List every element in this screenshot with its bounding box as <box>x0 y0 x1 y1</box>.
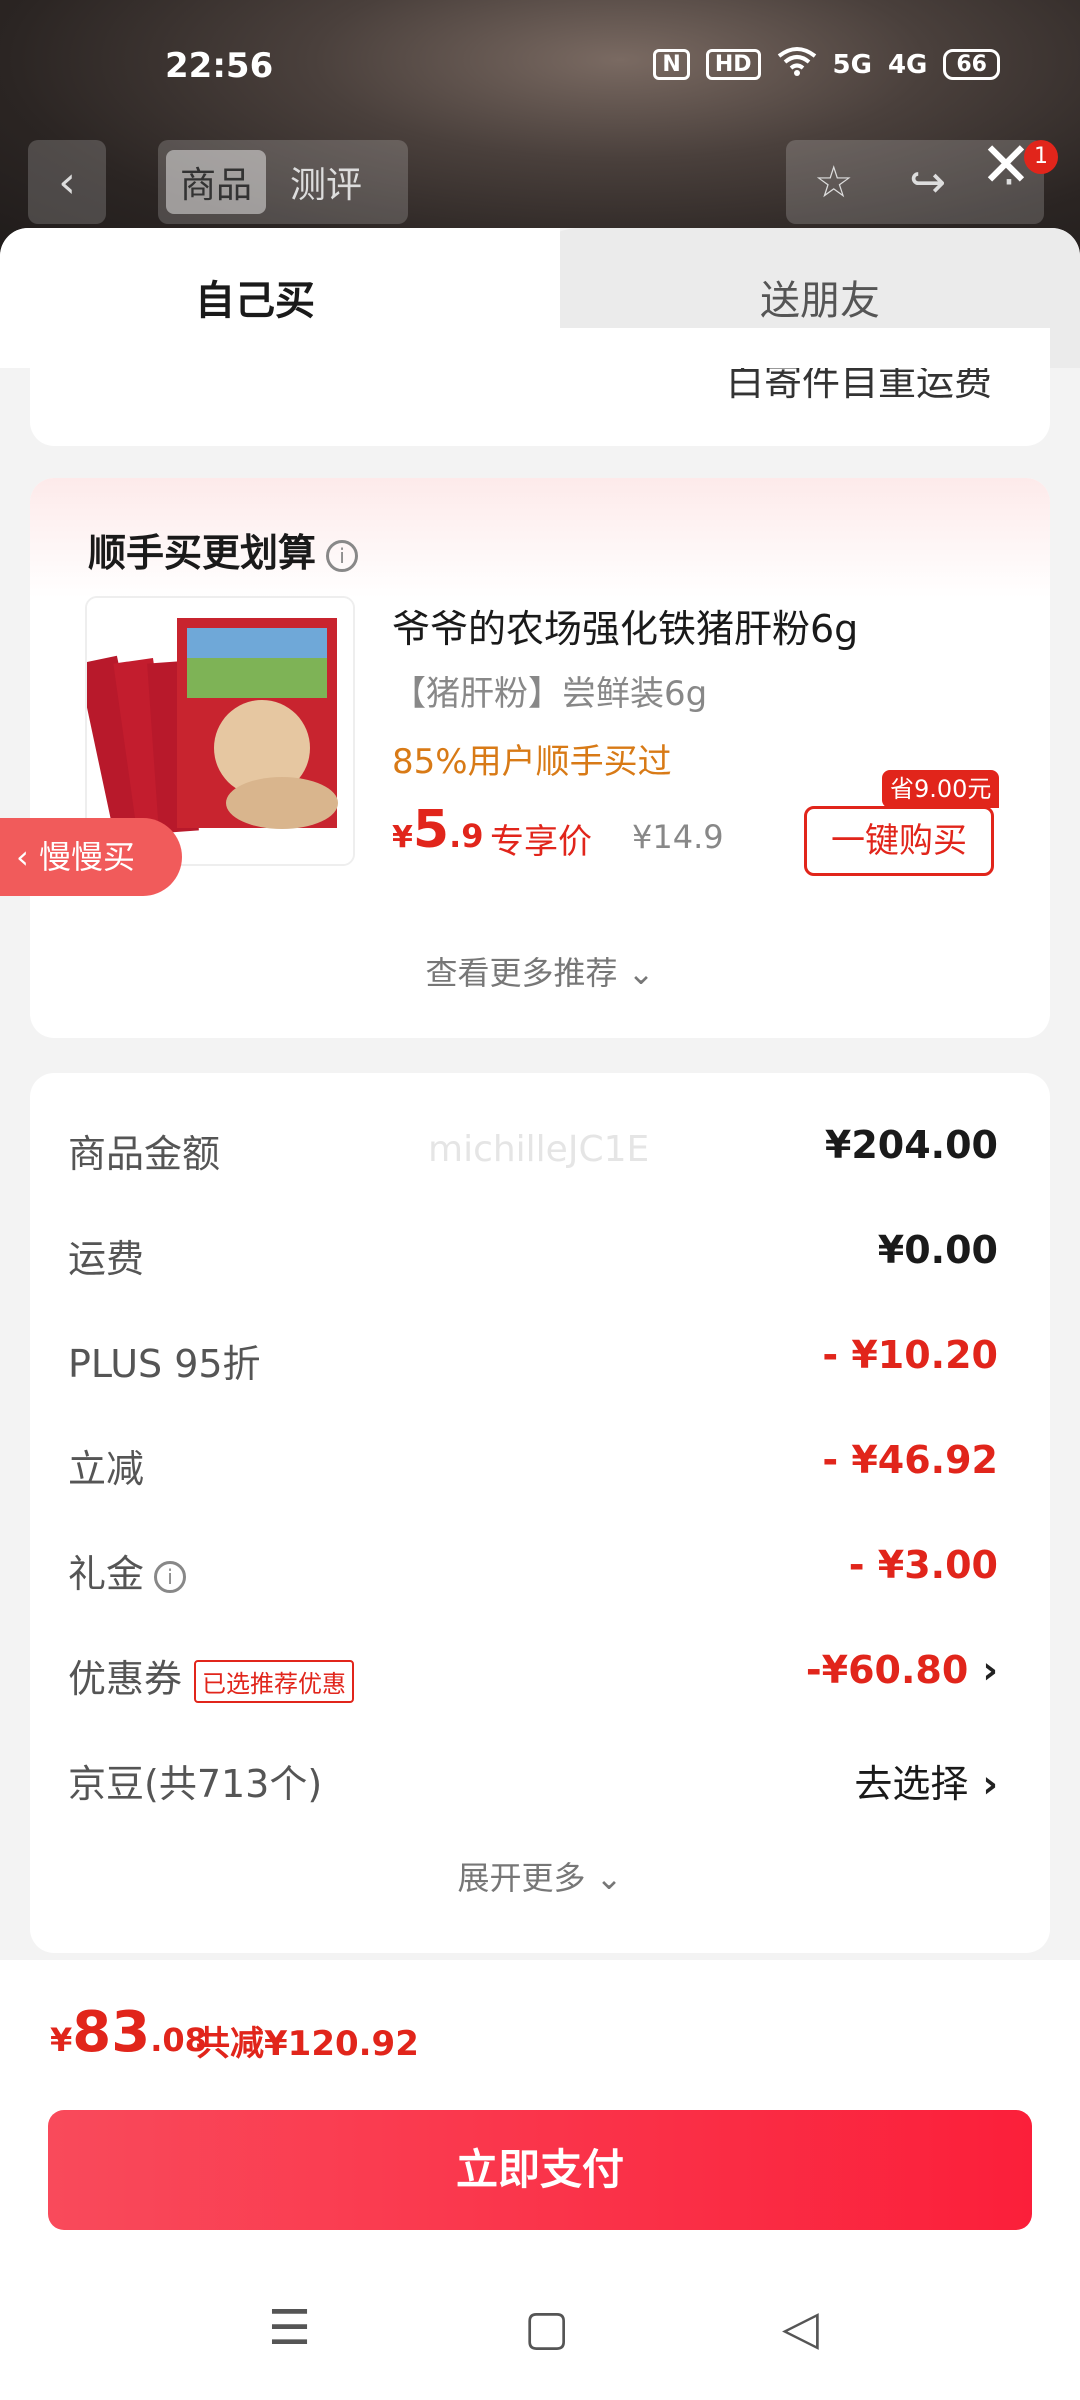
shipping-note: 白寄件自重运费 <box>725 368 992 402</box>
price-dec: .9 <box>449 817 484 855</box>
product-price: ¥5.9 <box>392 800 483 860</box>
status-icons: N HD 5G 4G 66 <box>653 46 1000 83</box>
star-icon[interactable]: ☆ <box>814 157 853 208</box>
product-name[interactable]: 爷爷的农场强化铁猪肝粉6g <box>392 598 858 653</box>
summary-row-jingdou[interactable]: 京豆(共713个) 去选择 › <box>68 1753 998 1813</box>
signal-5g-icon: 5G <box>832 49 872 80</box>
chevron-right-icon: › <box>982 1648 998 1692</box>
coupon-tag: 已选推荐优惠 <box>194 1660 355 1703</box>
share-icon[interactable]: ↪ <box>909 157 946 208</box>
nav-tabs: 商品 测评 <box>158 140 408 224</box>
checkout-footer: ¥83.08 共减¥120.92 立即支付 ☰ ▢ ◁ <box>0 1960 1080 2400</box>
status-bar: 22:56 N HD 5G 4G 66 <box>0 40 1080 100</box>
expand-more[interactable]: 展开更多 ⌄ <box>30 1853 1050 1899</box>
price-int: 5 <box>412 800 450 860</box>
home-icon[interactable]: ▢ <box>524 2300 569 2356</box>
chevron-left-icon: ‹ <box>58 156 76 208</box>
close-icon[interactable]: ✕ <box>980 134 1032 196</box>
battery-icon: 66 <box>943 49 1000 80</box>
menu-icon[interactable]: ☰ <box>268 2300 311 2356</box>
jingdou-action: 去选择 <box>854 1762 969 1806</box>
row-label: 立减 <box>68 1447 145 1491</box>
row-label: 京豆(共713个) <box>68 1762 323 1806</box>
row-label: 优惠券 已选推荐优惠 <box>68 1648 355 1703</box>
summary-row-instant-off: 立减 - ¥46.92 <box>68 1438 998 1498</box>
product-spec: 【猪肝粉】尝鲜装6g <box>392 674 708 714</box>
row-value: -¥60.80 › <box>806 1648 998 1692</box>
row-label: 礼金 i <box>68 1543 187 1598</box>
top-nav: ‹ 商品 测评 ☆ ↪ · <box>0 140 1080 224</box>
chevron-right-icon: › <box>982 1762 998 1806</box>
row-value: - ¥10.20 <box>822 1333 998 1377</box>
slow-buy-button[interactable]: ‹ 慢慢买 <box>0 818 182 896</box>
one-click-buy-button[interactable]: 一键购买 <box>804 806 994 876</box>
row-value: - ¥46.92 <box>822 1438 998 1482</box>
slow-buy-label: 慢慢买 <box>38 838 135 876</box>
row-label: 运费 <box>68 1237 145 1281</box>
summary-row-gift-money: 礼金 i - ¥3.00 <box>68 1543 998 1603</box>
tab-review[interactable]: 测评 <box>276 150 376 214</box>
row-value: ¥0.00 <box>877 1228 998 1272</box>
price-currency: ¥ <box>392 820 413 855</box>
hd-icon: HD <box>705 49 761 80</box>
chevron-left-icon: ‹ <box>16 838 39 876</box>
see-more-recommend[interactable]: 查看更多推荐 ⌄ <box>30 948 1050 994</box>
info-icon[interactable]: i <box>154 1560 187 1593</box>
total-saved: 共减¥120.92 <box>196 2024 419 2064</box>
bundle-card: 顺手买更划算 i 爷爷的农场强化铁猪肝粉6g 【猪肝粉】尝鲜装6g 85%用户顺手… <box>30 478 1050 1038</box>
row-value: 去选择 › <box>854 1753 998 1808</box>
signal-4g-icon: 4G <box>887 49 928 80</box>
background-product-page: 22:56 N HD 5G 4G 66 ‹ 商品 测评 ☆ ↪ · ✕ 1 <box>0 0 1080 260</box>
order-summary-card: 商品金额 michilleJC1E ¥204.00 运费 ¥0.00 PLUS … <box>30 1073 1050 1953</box>
coupon-value: -¥60.80 <box>805 1648 969 1692</box>
original-price: ¥14.9 <box>632 818 724 856</box>
social-proof: 85%用户顺手买过 <box>392 742 672 782</box>
notification-badge: 1 <box>1024 140 1058 174</box>
status-time: 22:56 <box>165 46 274 86</box>
save-badge: 省9.00元 <box>882 770 1000 808</box>
system-nav-bar: ☰ ▢ ◁ <box>0 2280 1080 2380</box>
bundle-title: 顺手买更划算 i <box>88 522 359 577</box>
row-label: PLUS 95折 <box>68 1342 261 1386</box>
gift-money-label: 礼金 <box>68 1552 145 1596</box>
summary-row-plus-discount: PLUS 95折 - ¥10.20 <box>68 1333 998 1393</box>
pay-now-button[interactable]: 立即支付 <box>48 2110 1032 2230</box>
summary-row-subtotal: 商品金额 michilleJC1E ¥204.00 <box>68 1123 998 1183</box>
nfc-icon: N <box>653 49 690 80</box>
tab-self[interactable]: 自己买 <box>0 268 510 326</box>
row-value: ¥204.00 <box>824 1123 998 1167</box>
watermark: michilleJC1E <box>428 1129 650 1170</box>
row-label: 商品金额 <box>68 1132 221 1176</box>
row-value: - ¥3.00 <box>848 1543 998 1587</box>
coupon-label: 优惠券 <box>68 1657 183 1701</box>
info-icon[interactable]: i <box>326 539 359 572</box>
tab-gift[interactable]: 送朋友 <box>560 268 1080 326</box>
back-button[interactable]: ‹ <box>28 140 106 224</box>
total-currency: ¥ <box>50 2021 73 2059</box>
total-price: ¥83.08 <box>50 2000 207 2065</box>
summary-row-coupon[interactable]: 优惠券 已选推荐优惠 -¥60.80 › <box>68 1648 998 1708</box>
exclusive-price-label: 专享价 <box>490 822 592 862</box>
wifi-icon <box>777 46 817 83</box>
tab-product[interactable]: 商品 <box>166 150 267 214</box>
bundle-title-text: 顺手买更划算 <box>88 531 317 575</box>
back-triangle-icon[interactable]: ◁ <box>782 2300 819 2356</box>
summary-row-shipping: 运费 ¥0.00 <box>68 1228 998 1288</box>
total-int: 83 <box>72 2000 151 2065</box>
